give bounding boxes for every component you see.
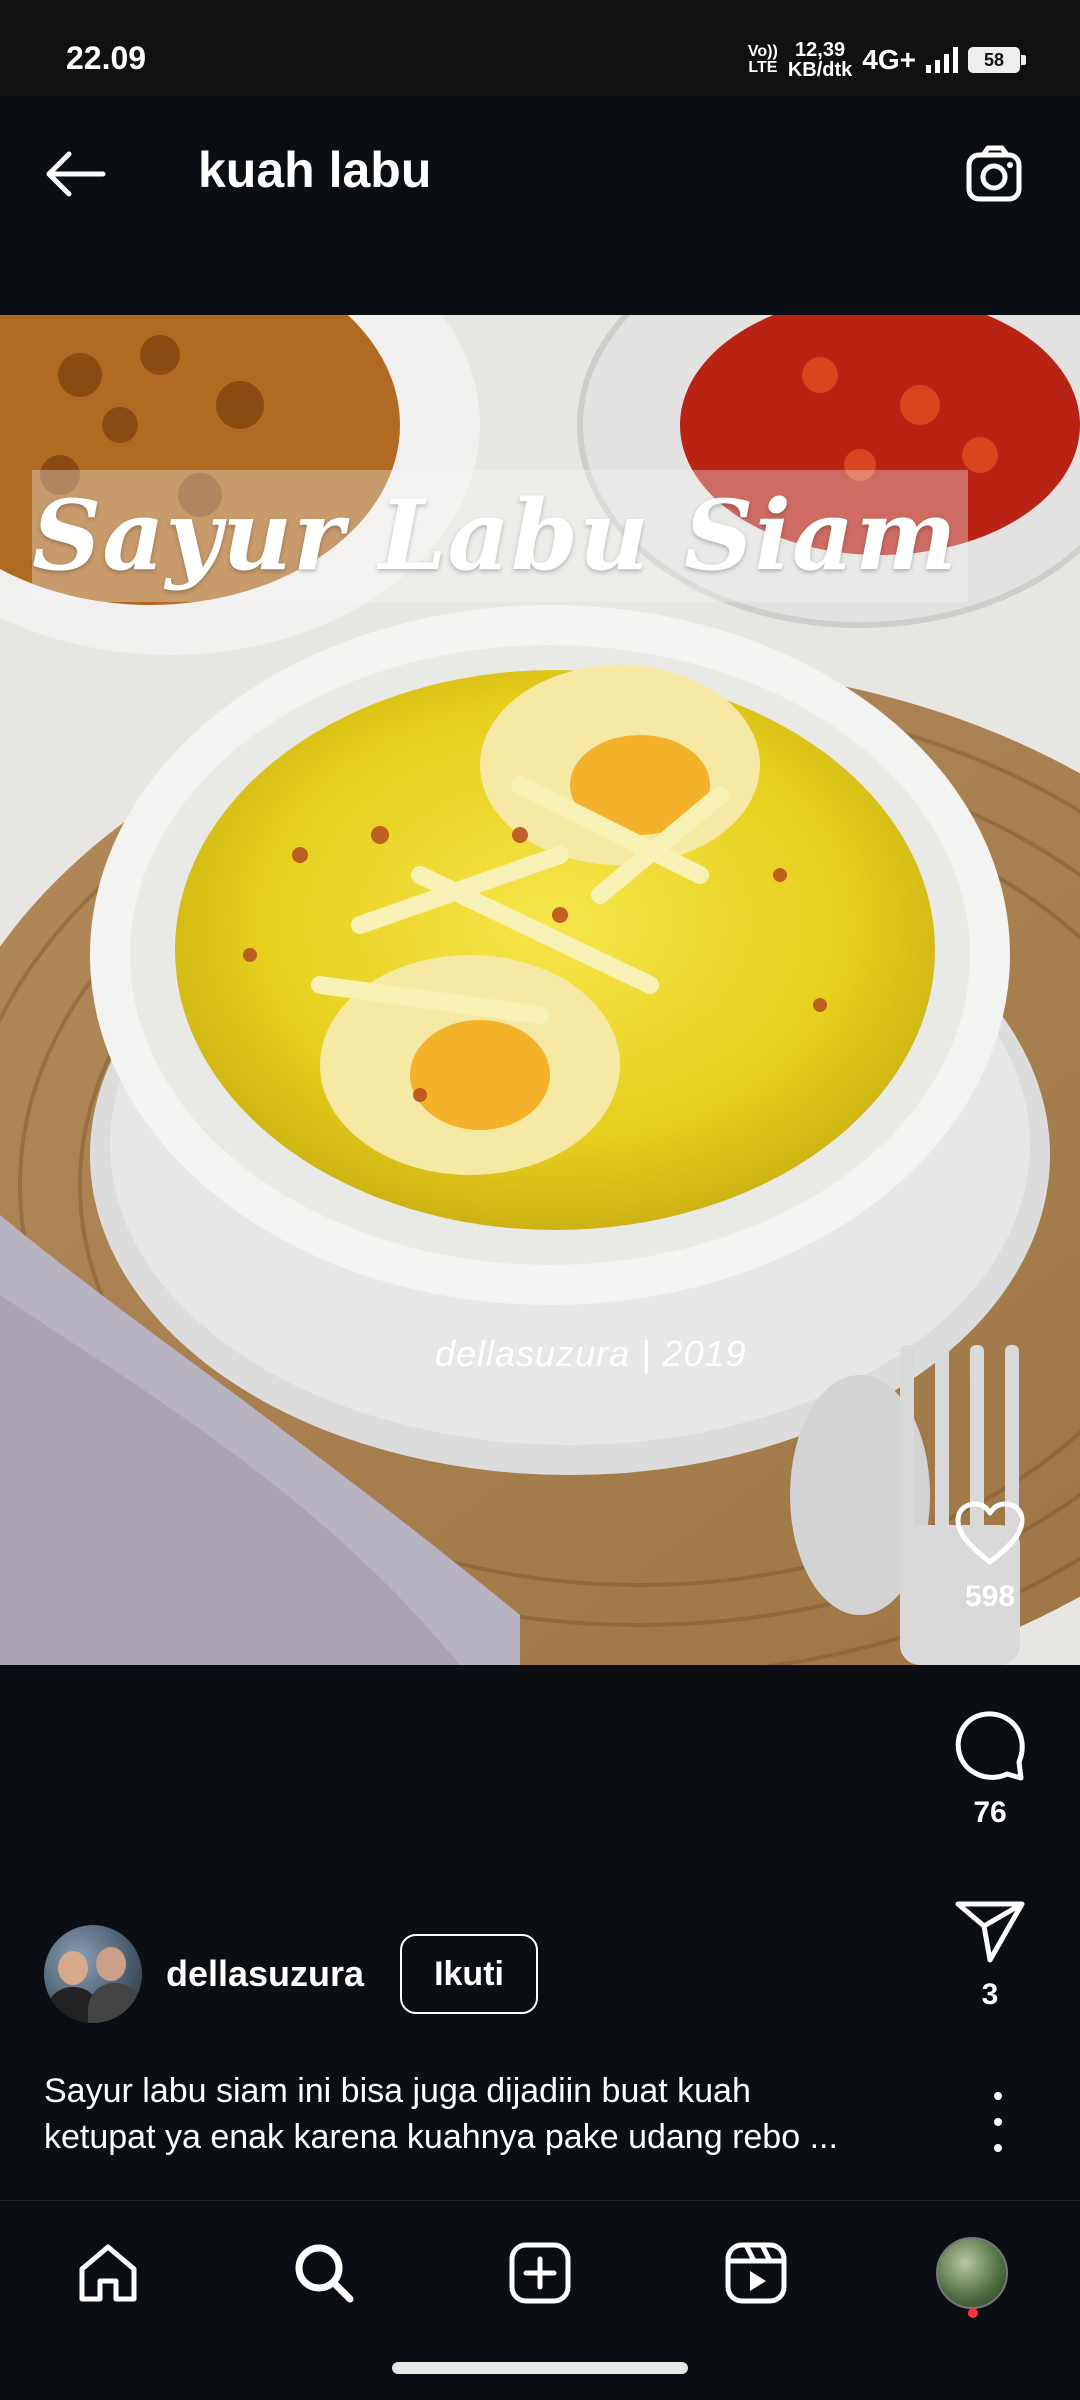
camera-icon: [966, 145, 1022, 202]
author-username[interactable]: dellasuzura: [166, 1953, 364, 1995]
nav-profile[interactable]: [932, 2233, 1012, 2313]
notification-dot: [968, 2308, 978, 2318]
caption-line-1: Sayur labu siam ini bisa juga dijadiin b…: [44, 2072, 751, 2110]
home-icon: [79, 2244, 137, 2302]
caption-line-2: ketupat ya enak karena kuahnya pake udan…: [44, 2118, 838, 2156]
home-indicator[interactable]: [392, 2362, 688, 2374]
follow-button[interactable]: Ikuti: [400, 1934, 538, 2014]
camera-button[interactable]: [962, 139, 1032, 209]
back-button[interactable]: [40, 139, 110, 209]
network-type: 4G+: [862, 44, 916, 75]
comment-count: 76: [973, 1796, 1007, 1829]
profile-icon: [936, 2237, 1008, 2309]
more-dot-icon: [994, 2144, 1002, 2152]
share-count: 3: [981, 1978, 999, 2011]
status-bar: 22.09 Vo)) LTE 12,39 KB/dtk 4G+ 58: [0, 0, 1080, 95]
nav-create[interactable]: [500, 2233, 580, 2313]
avatar[interactable]: [44, 1925, 142, 2023]
like-action[interactable]: 598: [900, 1500, 1080, 1614]
send-icon[interactable]: [954, 1898, 1026, 1964]
status-time: 22.09: [66, 40, 147, 76]
like-count: 598: [964, 1580, 1016, 1613]
comment-action[interactable]: 76: [900, 1708, 1080, 1830]
image-overlay-title: Sayur Labu Siam: [32, 470, 968, 602]
volte-indicator: Vo)) LTE: [747, 43, 778, 76]
share-action[interactable]: 3: [900, 1898, 1080, 2012]
reels-icon: [725, 2242, 787, 2304]
post-image[interactable]: Sayur Labu Siam dellasuzura | 2019: [0, 315, 1080, 1665]
nav-search[interactable]: [284, 2233, 364, 2313]
heart-icon[interactable]: [954, 1500, 1026, 1566]
post-caption[interactable]: Sayur labu siam ini bisa juga dijadiin b…: [44, 2068, 944, 2160]
search-icon: [295, 2244, 354, 2303]
more-dot-icon: [994, 2092, 1002, 2100]
more-dot-icon: [994, 2118, 1002, 2126]
page-title: kuah labu: [198, 142, 432, 198]
battery-icon: 58: [968, 47, 1026, 73]
create-icon: [509, 2242, 571, 2304]
image-watermark: dellasuzura | 2019: [435, 1333, 747, 1374]
signal-icon: [926, 47, 958, 73]
top-app-bar: kuah labu: [0, 95, 1080, 315]
nav-home[interactable]: [68, 2233, 148, 2313]
more-options-button[interactable]: [978, 2092, 1018, 2152]
nav-reels[interactable]: [716, 2233, 796, 2313]
post-author: dellasuzura Ikuti: [44, 1925, 538, 2023]
arrow-left-icon: [46, 151, 106, 197]
status-indicators: Vo)) LTE 12,39 KB/dtk 4G+ 58: [747, 39, 1026, 81]
comment-icon[interactable]: [953, 1708, 1027, 1782]
network-speed: 12,39 KB/dtk: [787, 39, 853, 81]
